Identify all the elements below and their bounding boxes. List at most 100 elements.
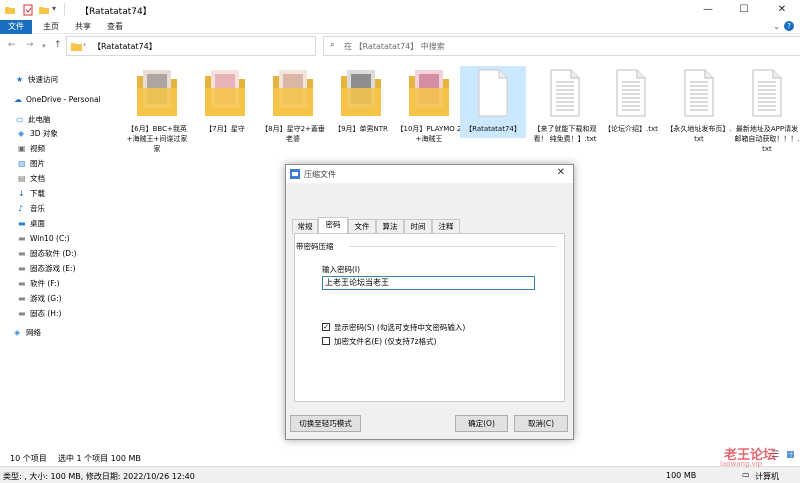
file-name: 【7月】星守: [205, 125, 245, 133]
sidebar-item[interactable]: ▬ 固态 (H:): [0, 306, 110, 321]
search-input[interactable]: 在 【Ratatatat74】 中搜索: [344, 41, 445, 52]
sidebar-item-label: 网络: [26, 328, 41, 337]
dialog-title-bar: 压缩文件 ✕: [286, 165, 573, 183]
sidebar-item[interactable]: ▧ 图片: [0, 156, 110, 171]
file-item[interactable]: 【Ratatatat74】: [460, 66, 526, 138]
sidebar-item-label: 固态软件 (D:): [30, 249, 77, 258]
properties-icon[interactable]: [22, 4, 34, 16]
sidebar-item[interactable]: ☁ OneDrive - Personal: [0, 92, 110, 107]
sidebar-item-label: 桌面: [30, 219, 45, 228]
file-item[interactable]: 最新地址及APP请发邮箱自动获取！！！.txt: [734, 66, 800, 154]
sidebar-item-label: 3D 对象: [30, 129, 58, 138]
sidebar-item-label: 固态 (H:): [30, 309, 62, 318]
ok-button[interactable]: 确定(O): [455, 415, 508, 432]
desktop-icon: ▬: [18, 219, 26, 228]
download-icon: ↓: [18, 189, 25, 198]
tab-home[interactable]: 主页: [38, 20, 64, 34]
close-icon[interactable]: ✕: [764, 0, 800, 20]
file-item[interactable]: 【来了就能下载和观看！ 纯免费！】.txt: [532, 66, 598, 144]
sidebar-item-label: 图片: [30, 159, 45, 168]
dialog-close-icon[interactable]: ✕: [557, 167, 565, 178]
back-icon[interactable]: ←: [8, 40, 16, 50]
new-folder-icon[interactable]: [38, 4, 50, 16]
file-name: 【6月】BBC+我英+海贼王+间谍过家家: [126, 125, 188, 153]
drive-icon: ▬: [18, 249, 26, 258]
address-bar[interactable]: › 【Ratatatat74】 ⌄ ↻: [66, 36, 371, 56]
sidebar-item[interactable]: ▬ 固态软件 (D:): [0, 246, 110, 261]
sidebar-item[interactable]: ◈ 网络: [0, 325, 110, 340]
selection-info: 选中 1 个项目 100 MB: [58, 454, 141, 463]
encrypt-filenames-checkbox[interactable]: [322, 337, 330, 345]
computer-label: 计算机: [755, 472, 779, 481]
minimize-icon[interactable]: —: [690, 0, 726, 20]
sidebar-item[interactable]: ▬ 软件 (F:): [0, 276, 110, 291]
folder-thumbnail-icon: [339, 66, 383, 118]
show-password-checkbox[interactable]: ✓: [322, 323, 330, 331]
file-name: 【来了就能下载和观看！ 纯免费！】.txt: [533, 125, 597, 143]
folder-thumbnail-icon: [407, 66, 451, 118]
star-icon: ★: [16, 75, 24, 84]
sidebar-item[interactable]: ▬ 固态游戏 (E:): [0, 261, 110, 276]
tab-view[interactable]: 查看: [102, 20, 128, 34]
sidebar-item-label: 文档: [30, 174, 45, 183]
text-file-icon: [677, 66, 721, 118]
computer-icon: ▭: [16, 115, 24, 124]
recent-locations-icon[interactable]: ▾: [42, 42, 46, 50]
sidebar-item[interactable]: ▭ 此电脑: [0, 112, 110, 127]
password-input[interactable]: 上老王论坛当老王: [322, 276, 535, 290]
file-item[interactable]: 【论坛介绍】.txt: [598, 66, 664, 134]
switch-mode-button[interactable]: 切换至轻巧模式: [290, 415, 361, 432]
tab-time[interactable]: 时间: [404, 219, 432, 234]
sidebar-item[interactable]: ▬ Win10 (C:): [0, 231, 110, 246]
up-icon[interactable]: ↑: [54, 40, 62, 50]
tab-algorithm[interactable]: 算法: [376, 219, 404, 234]
title-bar: ▾ 【Ratatatat74】 — ☐ ✕: [0, 0, 800, 20]
text-file-icon: [543, 66, 587, 118]
tab-file[interactable]: 文件: [0, 20, 32, 34]
tab-password[interactable]: 密码: [318, 217, 348, 234]
ribbon-tabs: 文件 主页 共享 查看 ⌄ ?: [0, 20, 800, 34]
archive-app-icon: [290, 169, 300, 181]
sidebar-item[interactable]: ▣ 视频: [0, 141, 110, 156]
sidebar-item[interactable]: ▬ 桌面: [0, 216, 110, 231]
tab-share[interactable]: 共享: [70, 20, 96, 34]
document-icon: ▤: [18, 174, 26, 183]
sidebar-item[interactable]: ♪ 音乐: [0, 201, 110, 216]
breadcrumb-chevron-icon[interactable]: ›: [83, 40, 86, 49]
sidebar-item-label: OneDrive - Personal: [26, 95, 101, 104]
file-name: 【永久地址发布页】.txt: [666, 125, 732, 143]
file-item[interactable]: 【8月】星守2+蓋垂老婆: [260, 66, 326, 144]
help-icon[interactable]: ?: [784, 21, 794, 31]
file-item[interactable]: 【7月】星守: [192, 66, 258, 134]
tab-comment[interactable]: 注释: [432, 219, 460, 234]
tab-general[interactable]: 常规: [292, 219, 318, 234]
file-item[interactable]: 【永久地址发布页】.txt: [666, 66, 732, 144]
details-bar: 类型: , 大小: 100 MB, 修改日期: 2022/10/26 12:40…: [0, 466, 800, 483]
sidebar-item[interactable]: ▤ 文档: [0, 171, 110, 186]
group-title: 带密码压缩: [296, 242, 334, 251]
drive-icon: ▬: [18, 234, 26, 243]
sidebar-item[interactable]: ▬ 游戏 (G:): [0, 291, 110, 306]
archive-file-icon: [471, 66, 515, 118]
sidebar-item[interactable]: ↓ 下载: [0, 186, 110, 201]
sidebar-item-label: 快速访问: [28, 75, 58, 84]
sidebar-item-label: 视频: [30, 144, 45, 153]
folder-thumbnail-icon: [203, 66, 247, 118]
file-item[interactable]: 【9月】单男NTR: [328, 66, 394, 134]
chevron-down-icon[interactable]: ▾: [52, 4, 64, 16]
expand-ribbon-icon[interactable]: ⌄: [773, 22, 780, 31]
file-item[interactable]: 【10月】PLAYMO 2 +海贼王: [396, 66, 462, 144]
file-item[interactable]: 【6月】BBC+我英+海贼王+间谍过家家: [124, 66, 190, 154]
maximize-icon[interactable]: ☐: [726, 0, 762, 20]
sidebar-item-label: 游戏 (G:): [30, 294, 62, 303]
folder-icon: [4, 4, 16, 16]
sidebar-item[interactable]: ◆ 3D 对象: [0, 126, 110, 141]
cube-icon: ◆: [18, 129, 25, 138]
forward-icon[interactable]: →: [26, 40, 34, 50]
network-icon: ◈: [14, 328, 21, 337]
tab-files[interactable]: 文件: [348, 219, 376, 234]
group-divider: [349, 246, 557, 247]
cancel-button[interactable]: 取消(C): [514, 415, 568, 432]
sidebar-item[interactable]: ★ 快速访问: [0, 72, 110, 87]
search-box[interactable]: ⌕ 在 【Ratatatat74】 中搜索: [323, 36, 800, 56]
